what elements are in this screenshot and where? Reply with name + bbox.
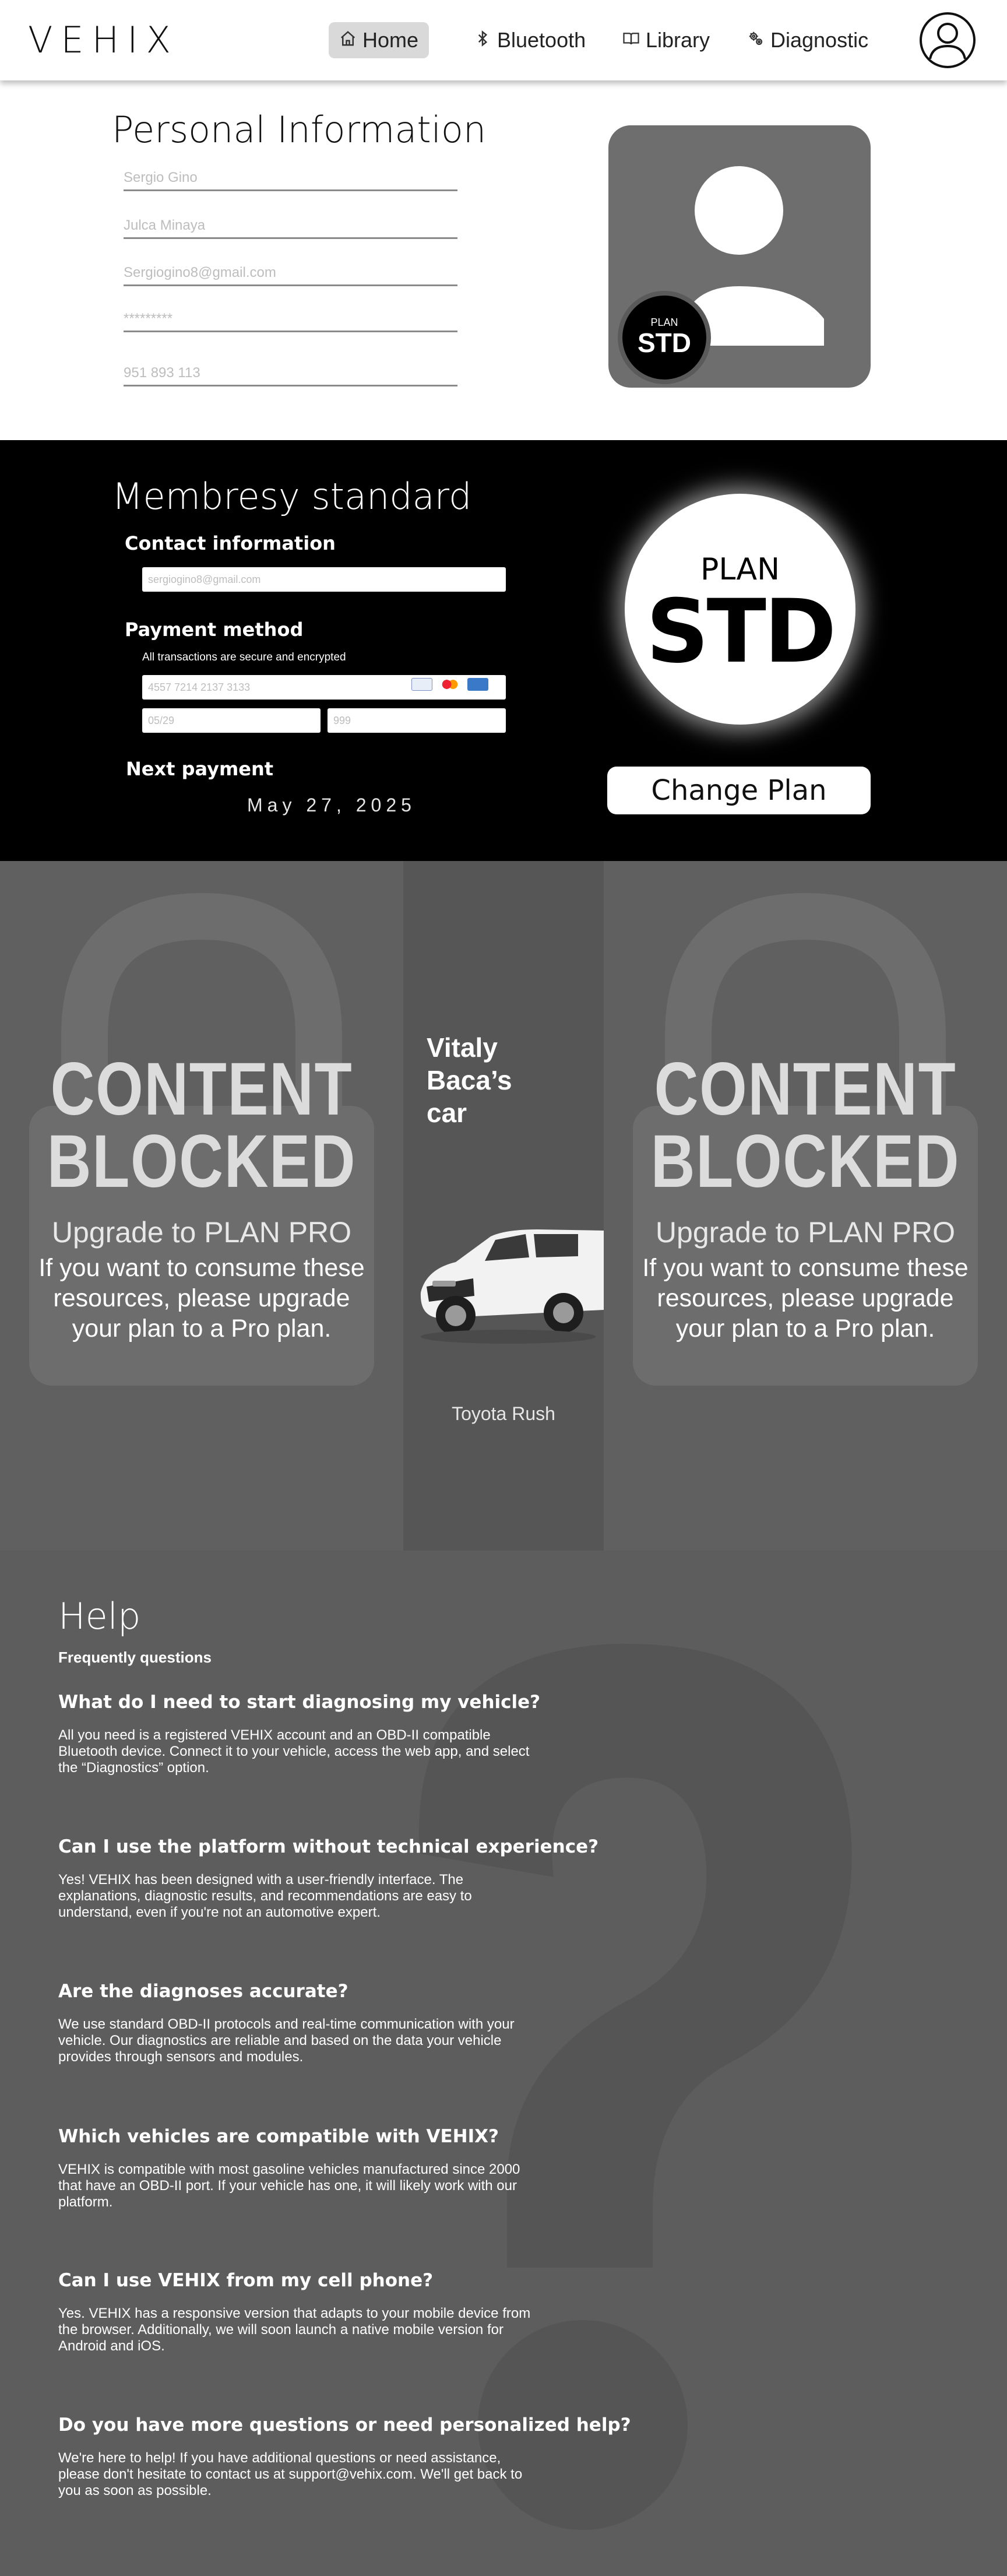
- help-section: Help Frequently questions What do I need…: [0, 1551, 1007, 2576]
- cvv-input[interactable]: [328, 708, 506, 733]
- book-icon: [622, 28, 640, 52]
- home-icon: [339, 28, 357, 52]
- contact-email-input[interactable]: [142, 567, 506, 592]
- next-payment-date: May 27, 2025: [247, 795, 416, 816]
- blocked-content-row: CONTENT BLOCKED Upgrade to PLAN PRO If y…: [0, 861, 1007, 1551]
- card-brand-icons: [411, 678, 488, 691]
- last-name-field-wrap: [124, 210, 457, 239]
- help-subtitle: Frequently questions: [58, 1649, 212, 1666]
- payment-method-label: Payment method: [125, 618, 304, 641]
- password-field-wrap: [124, 303, 457, 332]
- user-circle-icon: [920, 12, 976, 68]
- padlock-icon: [633, 892, 978, 1386]
- first-name-field[interactable]: [124, 162, 457, 189]
- blocked-line1: CONTENT: [50, 1048, 353, 1131]
- faq-answer: All you need is a registered VEHIX accou…: [58, 1727, 530, 1776]
- last-name-field[interactable]: [124, 210, 457, 237]
- expiry-input[interactable]: [142, 708, 321, 733]
- email-field-wrap: [124, 257, 457, 286]
- upgrade-body-left: If you want to consume these resources, …: [38, 1254, 365, 1343]
- faq-question: Are the diagnoses accurate?: [58, 1981, 348, 2002]
- nav-diagnostic[interactable]: Diagnostic: [737, 22, 879, 58]
- help-title: Help: [58, 1595, 141, 1637]
- blocked-line2: BLOCKED: [650, 1120, 960, 1203]
- first-name-field-wrap: [124, 162, 457, 191]
- plan-badge-small: PLAN STD: [622, 296, 706, 379]
- nav-library-label: Library: [646, 28, 710, 52]
- password-field[interactable]: [124, 303, 457, 331]
- plan-badge-small-code: STD: [638, 328, 691, 358]
- diagnostic-gears-icon: [747, 28, 765, 52]
- blocked-line1: CONTENT: [654, 1048, 957, 1131]
- faq-question: Can I use VEHIX from my cell phone?: [58, 2270, 434, 2291]
- contact-info-label: Contact information: [125, 532, 336, 554]
- plan-badge-large-code: STD: [646, 581, 837, 683]
- blocked-heading-right: CONTENT BLOCKED: [604, 1048, 1007, 1203]
- change-plan-button[interactable]: Change Plan: [607, 767, 871, 814]
- vehicle-model: Toyota Rush: [452, 1403, 555, 1424]
- phone-field-wrap: [124, 357, 457, 386]
- upgrade-label-left: Upgrade to PLAN PRO: [51, 1216, 352, 1249]
- vehix-logo[interactable]: VEHIX: [28, 19, 179, 61]
- faq-answer: Yes! VEHIX has been designed with a user…: [58, 1872, 472, 1920]
- vehicle-owner-title: Vitaly Baca’s car: [427, 1032, 512, 1128]
- mastercard-icon: [439, 678, 460, 691]
- nav-bluetooth-label: Bluetooth: [497, 28, 586, 52]
- next-payment-label: Next payment: [126, 758, 274, 780]
- top-navbar: VEHIX Home Bluetooth Library Diagnostic: [0, 0, 1007, 80]
- blocked-line2: BLOCKED: [47, 1120, 357, 1203]
- upgrade-label-right: Upgrade to PLAN PRO: [655, 1216, 956, 1249]
- secure-note: All transactions are secure and encrypte…: [142, 651, 346, 663]
- membership-title: Membresy standard: [112, 475, 472, 518]
- faq-answer: Yes. VEHIX has a responsive version that…: [58, 2306, 531, 2354]
- upgrade-body-right: If you want to consume these resources, …: [642, 1254, 969, 1343]
- padlock-icon: [29, 892, 374, 1386]
- nav-home-label: Home: [362, 28, 419, 52]
- faq-question: Which vehicles are compatible with VEHIX…: [58, 2126, 499, 2147]
- plan-badge-large: PLAN STD: [625, 494, 855, 725]
- blocked-panel-right[interactable]: CONTENT BLOCKED Upgrade to PLAN PRO If y…: [604, 861, 1007, 1551]
- faq-answer: VEHIX is compatible with most gasoline v…: [58, 2162, 520, 2210]
- blocked-panel-left[interactable]: CONTENT BLOCKED Upgrade to PLAN PRO If y…: [0, 861, 403, 1551]
- nav-library[interactable]: Library: [612, 22, 720, 58]
- faq-answer: We're here to help! If you have addition…: [58, 2450, 523, 2498]
- faq-question: Do you have more questions or need perso…: [58, 2415, 631, 2436]
- faq-answer: We use standard OBD-II protocols and rea…: [58, 2016, 515, 2065]
- membership-section: Membresy standard Contact information Pa…: [0, 440, 1007, 861]
- faq-question: What do I need to start diagnosing my ve…: [58, 1692, 541, 1713]
- blocked-heading-left: CONTENT BLOCKED: [0, 1048, 403, 1203]
- phone-field[interactable]: [124, 357, 457, 385]
- faq-question: Can I use the platform without technical…: [58, 1836, 599, 1857]
- profile-button[interactable]: [918, 11, 977, 69]
- bluetooth-icon: [474, 28, 491, 52]
- nav-diagnostic-label: Diagnostic: [770, 28, 869, 52]
- nav-bluetooth[interactable]: Bluetooth: [463, 22, 596, 58]
- nav-home[interactable]: Home: [329, 22, 429, 58]
- personal-info-title: Personal Information: [112, 108, 487, 151]
- amex-icon: [467, 678, 488, 691]
- vehicle-card[interactable]: Vitaly Baca’s car Toyota Rush: [403, 861, 604, 1551]
- visa-icon: [411, 678, 432, 691]
- email-field[interactable]: [124, 257, 457, 284]
- suv-car-image: [420, 1229, 604, 1344]
